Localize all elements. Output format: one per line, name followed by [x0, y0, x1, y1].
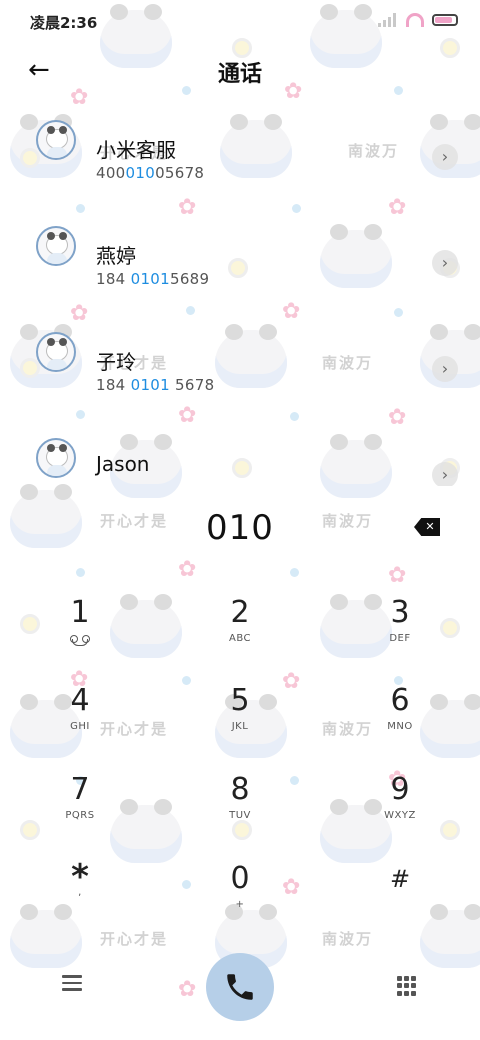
- key-letters: GHI: [70, 721, 90, 732]
- dial-keypad: 1 2 ABC 3 DEF 4 GHI 5 JKL 6 MNO 7 PQRS 8…: [0, 585, 480, 945]
- dial-display: 010 ✕: [0, 500, 480, 560]
- status-time: 凌晨2:36: [30, 14, 98, 32]
- wifi-icon: [406, 13, 424, 27]
- contact-name: 子玲: [96, 350, 136, 374]
- key-7[interactable]: 7 PQRS: [30, 762, 130, 842]
- key-6[interactable]: 6 MNO: [350, 673, 450, 753]
- key-star[interactable]: * ,: [30, 851, 130, 931]
- contact-item[interactable]: 小米客服 40001005678 ›: [0, 100, 480, 206]
- key-digit: 6: [390, 683, 410, 718]
- contact-number: 184 01015689: [96, 270, 210, 288]
- key-letters: PQRS: [65, 810, 95, 821]
- contact-number: 184 0101 5678: [96, 376, 215, 394]
- key-letters: ,: [78, 887, 82, 898]
- key-digit: 8: [230, 772, 250, 807]
- key-letters: WXYZ: [384, 810, 416, 821]
- key-8[interactable]: 8 TUV: [190, 762, 290, 842]
- contact-name: 小米客服: [96, 138, 176, 162]
- key-digit: 9: [390, 772, 410, 807]
- key-digit: 1: [70, 595, 90, 630]
- contact-suggestions: 小米客服 40001005678 › 燕婷 184 01015689 › 子玲 …: [0, 100, 480, 486]
- number-match: 010: [125, 164, 156, 182]
- key-4[interactable]: 4 GHI: [30, 673, 130, 753]
- menu-icon[interactable]: [62, 975, 82, 991]
- key-3[interactable]: 3 DEF: [350, 585, 450, 665]
- contact-name: Jason: [96, 452, 150, 476]
- key-5[interactable]: 5 JKL: [190, 673, 290, 753]
- key-letters: MNO: [387, 721, 413, 732]
- dialpad-icon[interactable]: [397, 976, 417, 996]
- contact-avatar: [36, 226, 76, 266]
- chevron-right-icon[interactable]: ›: [432, 144, 458, 170]
- key-digit: 4: [70, 683, 90, 718]
- call-button[interactable]: [206, 953, 274, 1021]
- wallpaper-dot: [290, 568, 299, 577]
- wallpaper-flower: ✿: [388, 563, 407, 588]
- signal-icon: [378, 13, 398, 27]
- key-2[interactable]: 2 ABC: [190, 585, 290, 665]
- contact-avatar: [36, 332, 76, 372]
- chevron-right-icon[interactable]: ›: [432, 250, 458, 276]
- contact-avatar: [36, 120, 76, 160]
- chevron-right-icon[interactable]: ›: [432, 356, 458, 382]
- page-title: 通话: [217, 62, 262, 87]
- voicemail-icon: [70, 635, 90, 646]
- contact-item[interactable]: 子玲 184 0101 5678 ›: [0, 312, 480, 418]
- key-digit: #: [389, 865, 411, 893]
- status-icons: [378, 13, 458, 27]
- header: ← 通话: [0, 40, 480, 100]
- key-digit: 0: [230, 861, 250, 896]
- battery-level: [435, 17, 452, 23]
- contact-item[interactable]: 燕婷 184 01015689 ›: [0, 206, 480, 312]
- wallpaper-dot: [76, 568, 85, 577]
- contact-avatar: [36, 438, 76, 478]
- chevron-right-icon[interactable]: ›: [432, 462, 458, 486]
- key-digit: 2: [230, 595, 250, 630]
- wallpaper-flower: ✿: [178, 557, 197, 582]
- key-hash[interactable]: #: [350, 851, 450, 931]
- status-bar: 凌晨2:36: [0, 0, 480, 40]
- dialed-number: 010: [206, 508, 274, 548]
- number-match: 0101: [130, 270, 170, 288]
- key-0[interactable]: 0 +: [190, 851, 290, 931]
- bottom-bar: [0, 940, 480, 1040]
- phone-icon: [227, 974, 253, 1000]
- key-letters: TUV: [229, 810, 251, 821]
- contact-number: 40001005678: [96, 164, 205, 182]
- contact-item[interactable]: Jason ›: [0, 418, 480, 486]
- key-9[interactable]: 9 WXYZ: [350, 762, 450, 842]
- key-1[interactable]: 1: [30, 585, 130, 665]
- key-digit: 3: [390, 595, 410, 630]
- number-match: 0101: [130, 376, 170, 394]
- key-letters: JKL: [231, 721, 249, 732]
- key-letters: ABC: [228, 633, 251, 644]
- key-letters: DEF: [389, 633, 411, 644]
- contact-name: 燕婷: [96, 244, 136, 268]
- key-letters: +: [235, 899, 245, 910]
- key-digit: 5: [230, 683, 250, 718]
- battery-icon: [432, 14, 458, 26]
- key-digit: 7: [70, 772, 90, 807]
